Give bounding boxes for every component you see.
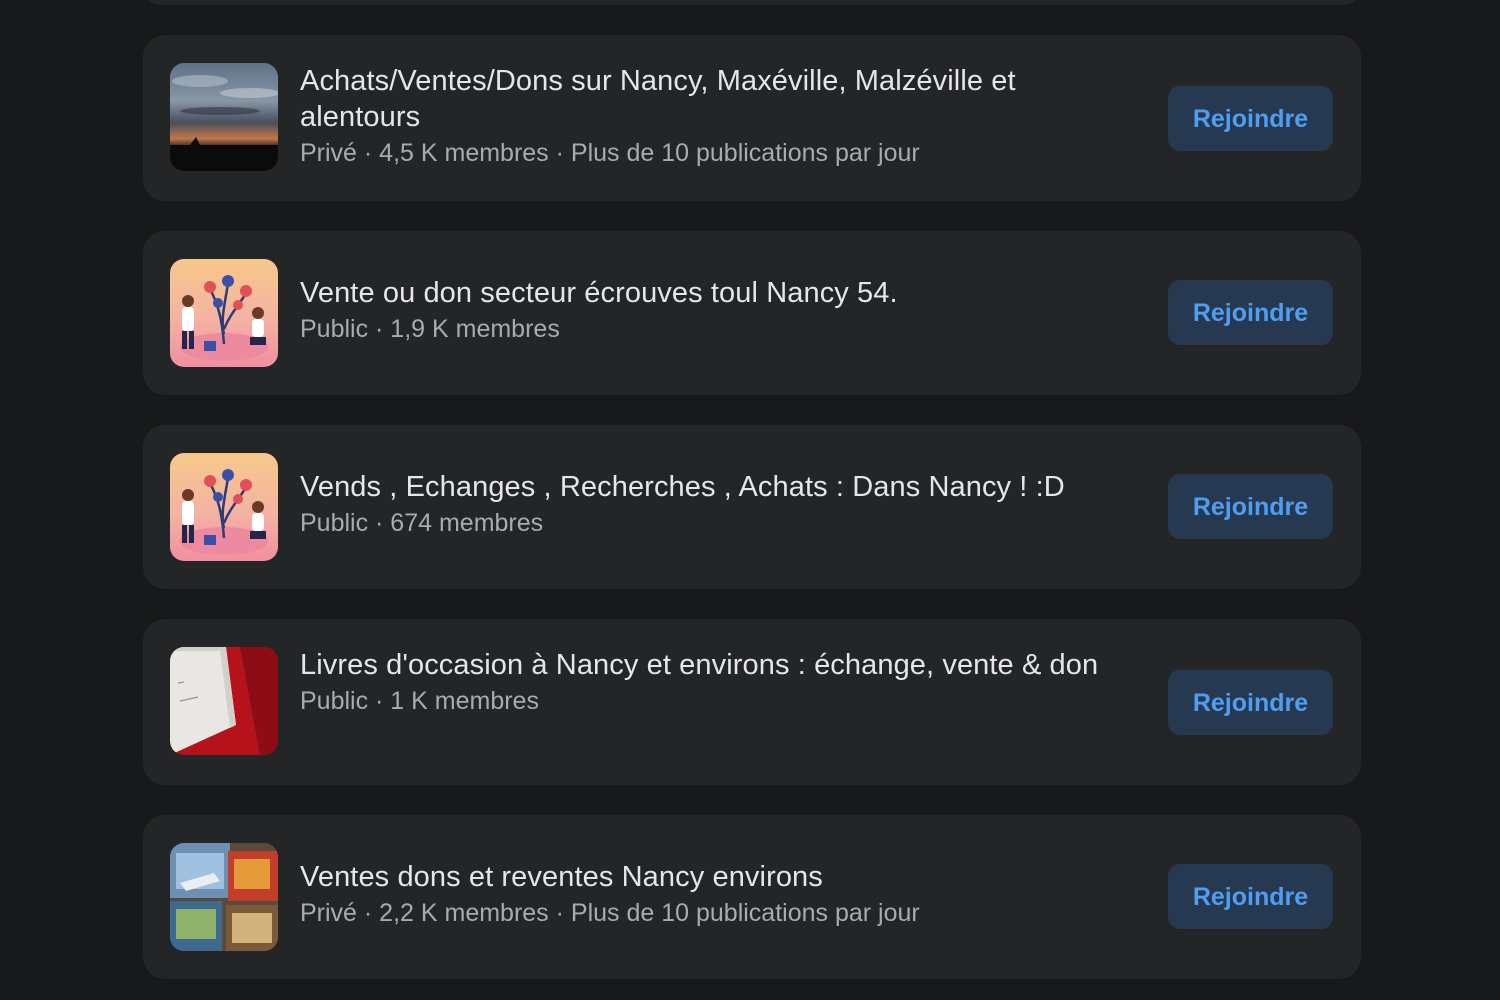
group-card[interactable]: Livres d'occasion à Nancy et environs : … (143, 619, 1361, 785)
group-thumbnail-toys[interactable] (170, 843, 278, 951)
group-card[interactable]: Vente ou don secteur écrouves toul Nancy… (143, 231, 1361, 395)
group-card[interactable]: Vends , Echanges , Recherches , Achats :… (143, 425, 1361, 589)
previous-group-card (143, 0, 1361, 5)
join-button[interactable]: Rejoindre (1168, 670, 1333, 735)
join-button[interactable]: Rejoindre (1168, 280, 1333, 345)
toys-photo-image (170, 843, 278, 951)
group-meta: Public · 1,9 K membres (300, 315, 560, 343)
group-title[interactable]: Achats/Ventes/Dons sur Nancy, Maxéville,… (300, 63, 1140, 135)
group-results-page: Achats/Ventes/Dons sur Nancy, Maxéville,… (0, 0, 1500, 1000)
group-meta: Public · 674 membres (300, 509, 544, 537)
group-title[interactable]: Vente ou don secteur écrouves toul Nancy… (300, 275, 1140, 311)
group-meta: Privé · 2,2 K membres · Plus de 10 publi… (300, 899, 920, 927)
group-thumbnail-book[interactable] (170, 647, 278, 755)
join-button[interactable]: Rejoindre (1168, 864, 1333, 929)
book-photo-image (170, 647, 278, 755)
group-meta: Privé · 4,5 K membres · Plus de 10 publi… (300, 139, 920, 167)
group-title[interactable]: Livres d'occasion à Nancy et environs : … (300, 647, 1140, 683)
people-planting-illustration (170, 259, 278, 367)
sunset-photo-image (170, 63, 278, 171)
group-title[interactable]: Ventes dons et reventes Nancy environs (300, 859, 1140, 895)
group-thumbnail-illustration[interactable] (170, 453, 278, 561)
group-card[interactable]: Ventes dons et reventes Nancy environs P… (143, 815, 1361, 979)
group-thumbnail-sunset[interactable] (170, 63, 278, 171)
join-button[interactable]: Rejoindre (1168, 474, 1333, 539)
people-planting-illustration (170, 453, 278, 561)
group-thumbnail-illustration[interactable] (170, 259, 278, 367)
group-meta: Public · 1 K membres (300, 687, 539, 715)
group-title[interactable]: Vends , Echanges , Recherches , Achats :… (300, 469, 1140, 505)
join-button[interactable]: Rejoindre (1168, 86, 1333, 151)
group-card[interactable]: Achats/Ventes/Dons sur Nancy, Maxéville,… (143, 35, 1361, 201)
